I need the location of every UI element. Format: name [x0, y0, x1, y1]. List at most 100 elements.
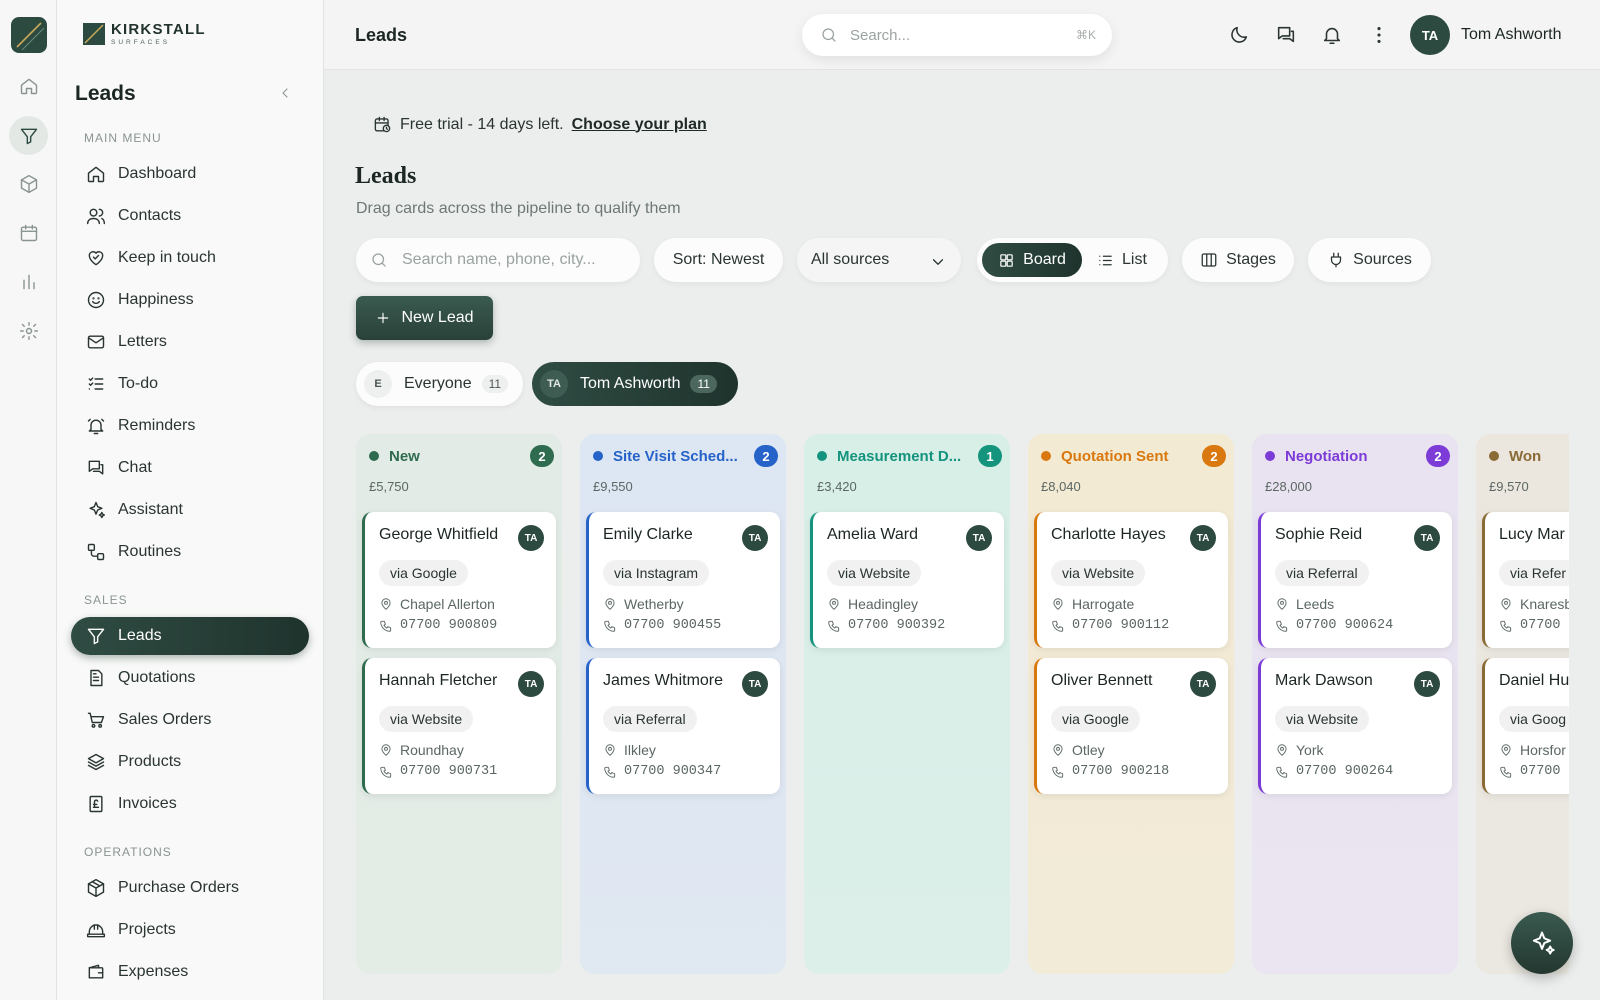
- sidebar-item-projects[interactable]: Projects: [71, 911, 309, 949]
- lead-city: Roundhay: [379, 742, 464, 758]
- lead-card[interactable]: Charlotte Hayes TA via Website Harrogate 077…: [1034, 512, 1228, 648]
- column-header[interactable]: Negotiation 2: [1265, 445, 1450, 467]
- global-search-input[interactable]: Search... ⌘K: [802, 14, 1112, 56]
- users-icon: [86, 208, 106, 225]
- sources-button[interactable]: Sources: [1308, 238, 1431, 282]
- column-header[interactable]: Site Visit Sched... 2: [593, 445, 778, 467]
- sidebar-item-dashboard[interactable]: Dashboard: [71, 155, 309, 193]
- lead-name: Lucy Mar: [1499, 526, 1565, 543]
- stage-dot: [1265, 451, 1275, 461]
- sidebar-item-happiness[interactable]: Happiness: [71, 281, 309, 319]
- sidebar-item-purchase-orders[interactable]: Purchase Orders: [71, 869, 309, 907]
- rail-box-icon[interactable]: [9, 164, 48, 203]
- sparkles-icon: [1532, 931, 1555, 955]
- lead-city: Leeds: [1275, 596, 1334, 612]
- lead-name: Emily Clarke: [603, 526, 693, 543]
- column-header[interactable]: Quotation Sent 2: [1041, 445, 1226, 467]
- sidebar-item-to-do[interactable]: To-do: [71, 365, 309, 403]
- source-select[interactable]: All sources: [797, 238, 961, 282]
- lead-source-badge: via Instagram: [603, 560, 710, 586]
- sidebar-item-sales-orders[interactable]: Sales Orders: [71, 701, 309, 739]
- rail-chart-icon[interactable]: [9, 262, 48, 301]
- list-view-label: List: [1122, 251, 1147, 268]
- brand-logo[interactable]: KIRKSTALL SURFACES: [83, 22, 206, 46]
- search-placeholder: Search...: [850, 26, 911, 44]
- view-toggle: Board List: [977, 238, 1168, 282]
- lead-card[interactable]: Emily Clarke TA via Instagram Wetherby 07700…: [586, 512, 780, 648]
- dark-mode-icon[interactable]: [1228, 24, 1250, 46]
- rail-settings-icon[interactable]: [9, 311, 48, 350]
- lead-phone: 07700 900455: [603, 618, 721, 633]
- messages-icon[interactable]: [1275, 24, 1297, 46]
- board-view-button[interactable]: Board: [982, 243, 1082, 277]
- lead-card[interactable]: Amelia Ward TA via Website Headingley 07700 …: [810, 512, 1004, 648]
- everyone-filter-chip[interactable]: E Everyone 11: [356, 362, 523, 406]
- sidebar-item-chat[interactable]: Chat: [71, 449, 309, 487]
- assistant-fab[interactable]: [1511, 912, 1573, 974]
- notifications-bell-icon[interactable]: [1321, 24, 1343, 46]
- stages-button[interactable]: Stages: [1182, 238, 1294, 282]
- lead-phone: 07700 900809: [379, 618, 497, 633]
- column-title: Measurement D...: [837, 447, 962, 465]
- grid-icon: [1000, 253, 1013, 267]
- column-title: Negotiation: [1285, 447, 1368, 465]
- more-options-icon[interactable]: [1368, 24, 1390, 46]
- phone-icon: [604, 766, 616, 778]
- lead-card[interactable]: Mark Dawson TA via Website York 07700 900264: [1258, 658, 1452, 794]
- lead-search-input[interactable]: Search name, phone, city...: [356, 238, 640, 282]
- lead-card[interactable]: Sophie Reid TA via Referral Leeds 07700 9006…: [1258, 512, 1452, 648]
- rail-home-icon[interactable]: [9, 66, 48, 105]
- sidebar-item-label: Projects: [118, 921, 176, 938]
- lead-card[interactable]: Hannah Fletcher TA via Website Roundhay 0770…: [362, 658, 556, 794]
- lead-card[interactable]: James Whitmore TA via Referral Ilkley 07700 …: [586, 658, 780, 794]
- lead-phone: 07700 900624: [1275, 618, 1393, 633]
- phone-icon: [1276, 620, 1288, 632]
- user-name[interactable]: Tom Ashworth: [1461, 26, 1561, 44]
- sidebar-item-letters[interactable]: Letters: [71, 323, 309, 361]
- plug-icon: [1331, 252, 1342, 268]
- sidebar-item-leads[interactable]: Leads: [71, 617, 309, 655]
- sort-button[interactable]: Sort: Newest: [654, 238, 783, 282]
- app-logo[interactable]: [11, 17, 47, 53]
- column-title: Site Visit Sched...: [613, 447, 738, 465]
- sidebar-item-keep-in-touch[interactable]: Keep in touch: [71, 239, 309, 277]
- sidebar-item-invoices[interactable]: Invoices: [71, 785, 309, 823]
- rail-calendar-icon[interactable]: [9, 213, 48, 252]
- user-filter-chip[interactable]: TA Tom Ashworth 11: [532, 362, 738, 406]
- phone-icon: [828, 620, 840, 632]
- sidebar-item-quotations[interactable]: Quotations: [71, 659, 309, 697]
- sort-label: Sort: Newest: [672, 251, 765, 268]
- lead-card[interactable]: George Whitfield TA via Google Chapel Aller…: [362, 512, 556, 648]
- lead-card[interactable]: Lucy Mar via Refer Knaresb 07700: [1482, 512, 1569, 648]
- stage-dot: [1041, 451, 1051, 461]
- bell-ring-icon: [87, 418, 105, 435]
- column-header[interactable]: New 2: [369, 445, 554, 467]
- lead-phone-text: 07700 900731: [400, 764, 498, 779]
- list-view-button[interactable]: List: [1097, 243, 1147, 277]
- owner-avatar: TA: [1414, 671, 1440, 697]
- column-header[interactable]: Measurement D... 1: [817, 445, 1002, 467]
- lead-name: Amelia Ward: [827, 526, 918, 543]
- lead-card[interactable]: Daniel Hu via Goog Horsfor 07700: [1482, 658, 1569, 794]
- sidebar-item-contacts[interactable]: Contacts: [71, 197, 309, 235]
- sidebar-item-expenses[interactable]: Expenses: [71, 953, 309, 991]
- sidebar-item-label: Dashboard: [118, 165, 197, 182]
- user-avatar[interactable]: TA: [1410, 15, 1450, 55]
- sidebar-item-products[interactable]: Products: [71, 743, 309, 781]
- lead-city: Knaresb: [1499, 596, 1569, 612]
- heart-handshake-icon: [88, 251, 104, 266]
- stage-dot: [593, 451, 603, 461]
- choose-plan-link[interactable]: Choose your plan: [572, 116, 707, 134]
- user-filter-avatar: TA: [540, 370, 568, 398]
- column-count-badge: 1: [978, 445, 1002, 467]
- column-header[interactable]: Won: [1489, 445, 1569, 467]
- hard-hat-icon: [86, 924, 106, 938]
- sidebar-item-reminders[interactable]: Reminders: [71, 407, 309, 445]
- lead-card[interactable]: Oliver Bennett TA via Google Otley 07700 900…: [1034, 658, 1228, 794]
- sidebar-item-assistant[interactable]: Assistant: [71, 491, 309, 529]
- sidebar-item-routines[interactable]: Routines: [71, 533, 309, 571]
- collapse-sidebar-icon[interactable]: [277, 85, 293, 101]
- new-lead-button[interactable]: New Lead: [356, 296, 493, 340]
- location-pin-icon: [829, 598, 839, 610]
- rail-filter-icon[interactable]: [9, 116, 48, 155]
